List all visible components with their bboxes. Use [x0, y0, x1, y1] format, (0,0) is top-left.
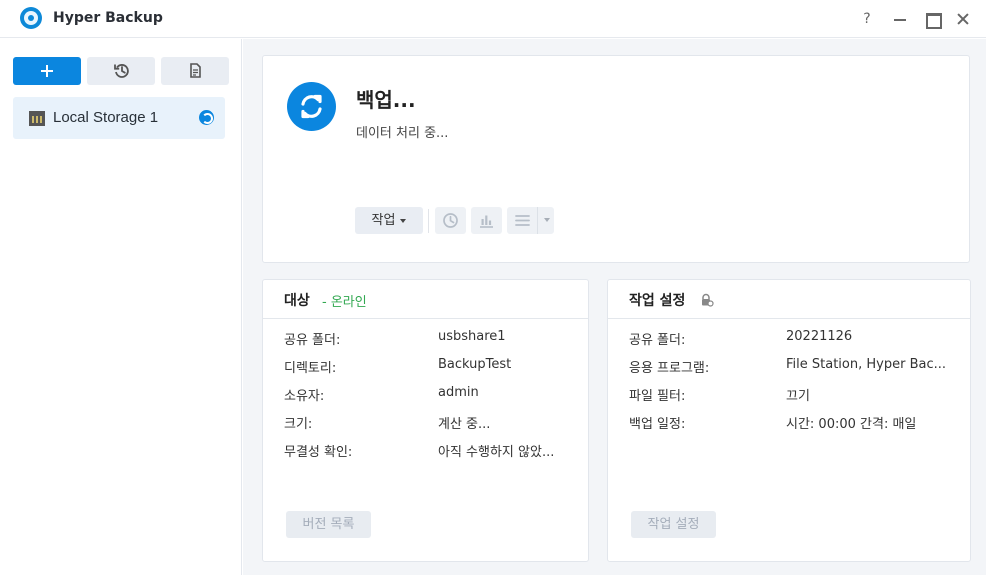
hyper-backup-logo-icon	[20, 7, 42, 29]
target-title: 대상	[284, 293, 310, 309]
directory-value: BackupTest	[438, 357, 512, 372]
help-button[interactable]: ?	[858, 10, 876, 28]
task-settings-header: 작업 설정	[608, 280, 970, 319]
document-icon	[190, 63, 201, 78]
chevron-down-icon	[400, 218, 407, 223]
log-button[interactable]	[161, 57, 229, 85]
backup-schedule-value: 시간: 00:00 간격: 매일	[786, 417, 917, 432]
size-value: 계산 중...	[438, 417, 491, 432]
sync-status-icon	[199, 110, 214, 125]
shared-folder-label: 공유 폴더:	[284, 333, 341, 348]
source-folder-value: 20221126	[786, 329, 853, 344]
close-button[interactable]	[954, 10, 972, 28]
statistics-button[interactable]	[471, 207, 502, 234]
file-filter-value: 끄기	[786, 389, 810, 404]
target-card-header: 대상 - 온라인	[263, 280, 588, 319]
add-backup-task-button[interactable]	[13, 57, 81, 85]
history-icon	[114, 64, 129, 78]
applications-value: File Station, Hyper Bac...	[786, 357, 946, 372]
size-label: 크기:	[284, 417, 313, 432]
shared-folder-value: usbshare1	[438, 329, 506, 344]
directory-label: 디렉토리:	[284, 361, 337, 376]
task-settings-title: 작업 설정	[629, 293, 686, 309]
action-button-label: 작업	[371, 213, 396, 228]
plus-icon	[41, 65, 53, 77]
online-status: - 온라인	[322, 295, 367, 310]
bar-chart-icon	[480, 215, 493, 228]
sidebar-item-label: Local Storage 1	[53, 109, 159, 126]
integrity-check-label: 무결성 확인:	[284, 445, 353, 460]
sync-icon	[287, 82, 336, 131]
restore-history-button[interactable]	[87, 57, 155, 85]
sidebar-item-local-storage-1[interactable]: Local Storage 1	[13, 97, 225, 139]
task-settings-button[interactable]: 작업 설정	[631, 511, 716, 538]
applications-label: 응용 프로그램:	[629, 361, 710, 376]
backup-status-title: 백업...	[356, 88, 416, 112]
file-filter-label: 파일 필터:	[629, 389, 686, 404]
backup-status-card: 백업... 데이터 처리 중... 작업	[262, 55, 970, 263]
menu-split-divider	[537, 207, 538, 234]
clock-icon	[443, 213, 458, 228]
storage-device-icon	[29, 111, 45, 126]
menu-icon	[515, 215, 530, 226]
schedule-button[interactable]	[435, 207, 466, 234]
main-panel: 백업... 데이터 처리 중... 작업 대상 - 온라인 공유 폴더: usb…	[243, 39, 986, 575]
settings-lock-icon	[702, 293, 714, 307]
more-menu-button[interactable]	[507, 207, 554, 234]
maximize-button[interactable]	[923, 10, 942, 29]
source-folder-label: 공유 폴더:	[629, 333, 686, 348]
target-card: 대상 - 온라인 공유 폴더: usbshare1 디렉토리: BackupTe…	[262, 279, 589, 562]
minimize-button[interactable]	[891, 10, 909, 28]
app-title: Hyper Backup	[53, 10, 163, 26]
title-bar: Hyper Backup ?	[0, 0, 986, 38]
backup-status-description: 데이터 처리 중...	[356, 126, 449, 141]
toolbar-divider	[428, 209, 429, 233]
sidebar: Local Storage 1	[0, 39, 242, 575]
owner-label: 소유자:	[284, 389, 325, 404]
backup-schedule-label: 백업 일정:	[629, 417, 686, 432]
version-list-button[interactable]: 버전 목록	[286, 511, 371, 538]
integrity-check-value: 아직 수행하지 않았...	[438, 445, 555, 460]
owner-value: admin	[438, 385, 479, 400]
chevron-down-icon[interactable]	[544, 218, 550, 222]
action-dropdown-button[interactable]: 작업	[355, 207, 423, 234]
task-settings-card: 작업 설정 공유 폴더: 20221126 응용 프로그램: File Stat…	[607, 279, 971, 562]
